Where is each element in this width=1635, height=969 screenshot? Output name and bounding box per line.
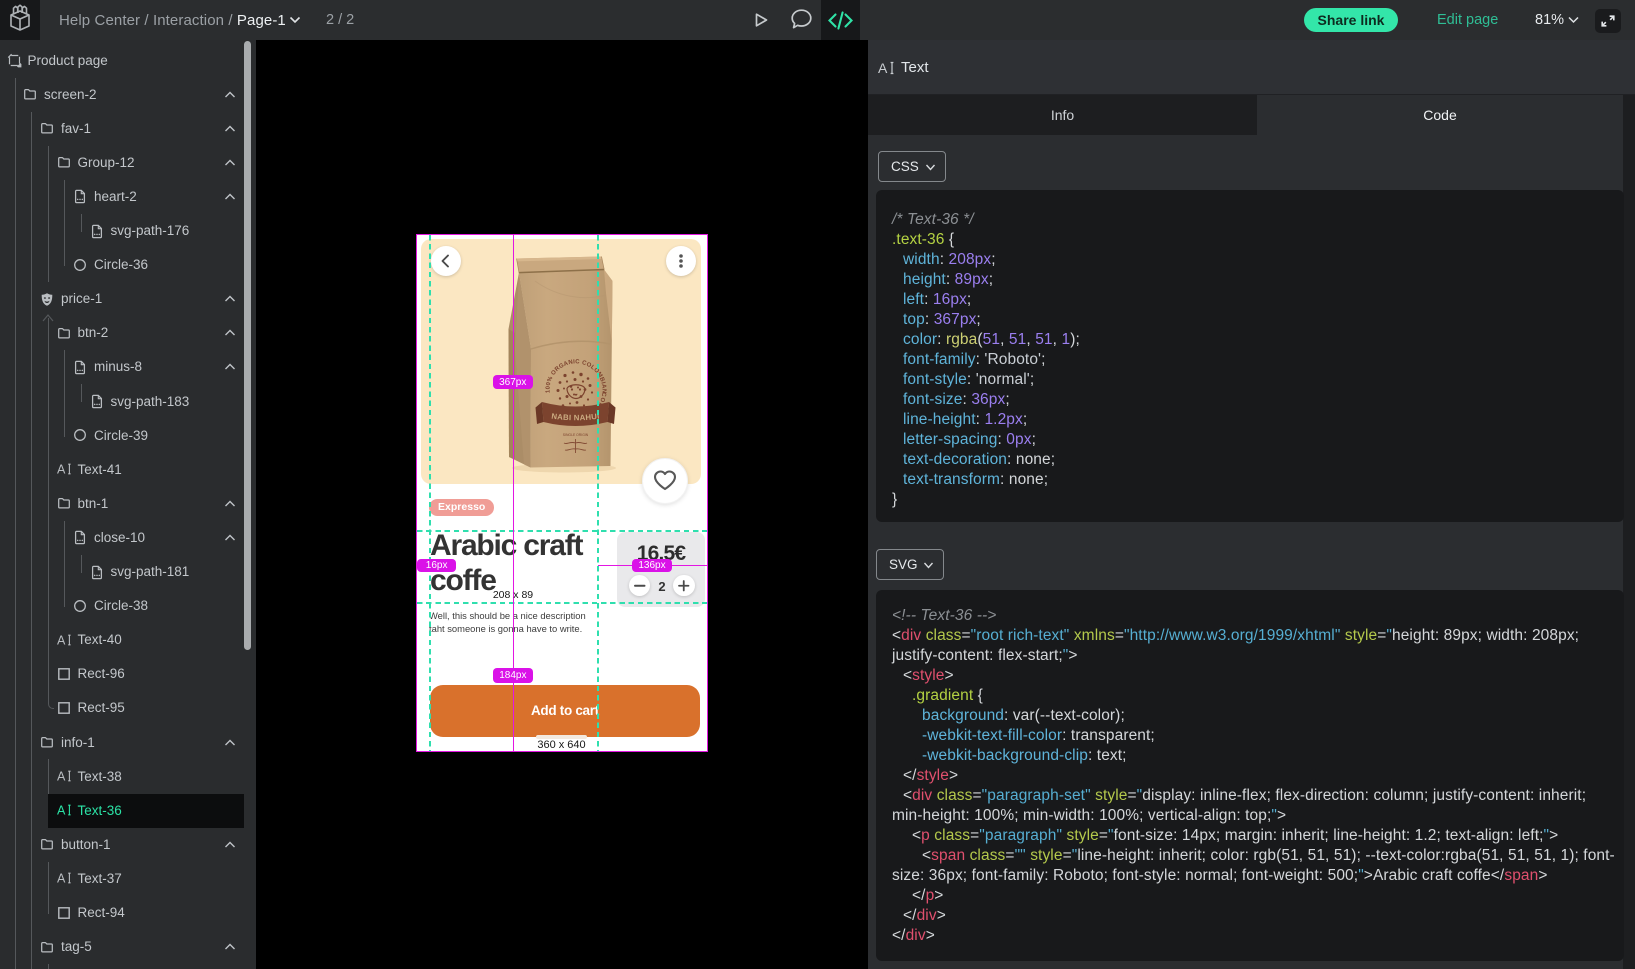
svg-text:A: A [57, 804, 66, 818]
svg-text:A: A [878, 60, 888, 76]
svg-text:A: A [57, 633, 66, 647]
svg-text:A: A [57, 770, 66, 784]
svg-text:A: A [57, 872, 66, 886]
svg-text:A: A [57, 463, 66, 477]
